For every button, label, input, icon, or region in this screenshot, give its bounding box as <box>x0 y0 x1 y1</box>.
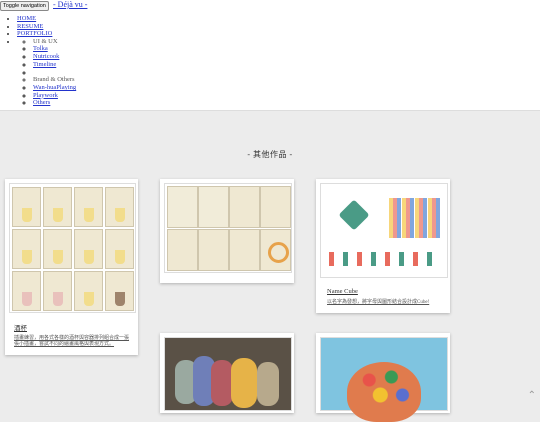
brand-link[interactable]: - Déjà vu - <box>53 0 87 10</box>
illustration-tile <box>229 186 260 228</box>
menu-link-home[interactable]: HOME <box>17 15 36 22</box>
submenu-link-wanhua[interactable]: Wan-huaPlaying <box>33 84 76 91</box>
glass-tile <box>74 229 103 269</box>
submenu-header-brand: Brand & Others <box>33 76 76 84</box>
top-navigation: Toggle navigation - Déjà vu - HOME RESUM… <box>0 0 540 111</box>
menu-item-resume[interactable]: RESUME <box>17 23 76 31</box>
menu-item-submenu: UI & UX Tolka Nutricook Timeline Brand &… <box>17 38 76 107</box>
glass-tile <box>105 271 134 311</box>
card-description[interactable]: 以名字為發想，將字母與圖形結合設計成Cube! <box>327 300 447 306</box>
illustration-tile <box>198 229 229 271</box>
main-menu: HOME RESUME PORTFOLIO UI & UX Tolka Nutr… <box>11 15 76 107</box>
submenu-header-ui-ux: UI & UX <box>33 38 76 46</box>
portfolio-card-illustrations[interactable] <box>160 179 294 283</box>
portfolio-card-name-cube[interactable]: Name Cube 以名字為發想，將字母與圖形結合設計成Cube! <box>316 179 450 313</box>
glass-tile <box>105 229 134 269</box>
submenu-item-timeline[interactable]: Timeline <box>33 61 76 69</box>
submenu-item-playwork[interactable]: Playwork <box>33 92 76 100</box>
illustration-tile <box>167 186 198 228</box>
portfolio-card-masks[interactable] <box>160 333 294 413</box>
cube-letters <box>389 198 441 238</box>
section-title: - 其他作品 - <box>247 150 293 159</box>
chevron-up-icon[interactable]: ⌃ <box>528 390 536 401</box>
submenu-link-nutricook[interactable]: Nutricook <box>33 53 59 60</box>
illustration-tile <box>229 229 260 271</box>
toggle-navigation-button[interactable]: Toggle navigation <box>0 1 49 11</box>
card-image-balloons[interactable] <box>320 337 448 422</box>
glass-tile <box>74 187 103 227</box>
portfolio-card-balloons[interactable] <box>316 333 450 422</box>
card-image-illustrations[interactable] <box>164 183 292 273</box>
cube-swatches <box>329 252 441 266</box>
glass-tile <box>74 271 103 311</box>
glass-tile <box>43 187 72 227</box>
submenu-item-others[interactable]: Others <box>33 99 76 107</box>
cube-logo <box>338 199 370 231</box>
card-image-name-cube[interactable] <box>320 183 448 278</box>
submenu-item-wanhua[interactable]: Wan-huaPlaying <box>33 84 76 92</box>
portfolio-card-glasses[interactable]: 酒杯 插畫練習，用各式各樣的酒杯與容器排列組合成一張張小插畫，嘗試不同的繪畫風格… <box>5 179 138 355</box>
illustration-tile <box>260 186 291 228</box>
glass-tile <box>12 187 41 227</box>
submenu-link-timeline[interactable]: Timeline <box>33 61 56 68</box>
menu-link-portfolio[interactable]: PORTFOLIO <box>17 30 52 37</box>
menu-item-home[interactable]: HOME <box>17 15 76 23</box>
menu-link-resume[interactable]: RESUME <box>17 23 43 30</box>
card-title[interactable]: Name Cube <box>327 288 358 295</box>
card-title[interactable]: 酒杯 <box>14 322 27 332</box>
glass-tile <box>43 229 72 269</box>
glass-tile <box>12 229 41 269</box>
illustration-tile <box>198 186 229 228</box>
illustration-tile <box>167 229 198 271</box>
submenu-link-others[interactable]: Others <box>33 99 50 106</box>
card-description[interactable]: 插畫練習，用各式各樣的酒杯與容器排列組合成一張張小插畫，嘗試不同的繪畫風格與表現… <box>14 336 132 348</box>
submenu-link-tolka[interactable]: Tolka <box>33 45 48 52</box>
submenu-link-playwork[interactable]: Playwork <box>33 92 58 99</box>
card-image-masks[interactable] <box>164 337 292 411</box>
submenu-divider <box>33 69 76 77</box>
card-image-glasses[interactable] <box>9 183 136 313</box>
submenu-item-tolka[interactable]: Tolka <box>33 45 76 53</box>
glass-tile <box>12 271 41 311</box>
glass-tile <box>105 187 134 227</box>
portfolio-submenu: UI & UX Tolka Nutricook Timeline Brand &… <box>17 38 76 107</box>
illustration-tile <box>260 229 291 271</box>
submenu-item-nutricook[interactable]: Nutricook <box>33 53 76 61</box>
glass-tile <box>43 271 72 311</box>
menu-item-portfolio[interactable]: PORTFOLIO <box>17 30 76 38</box>
